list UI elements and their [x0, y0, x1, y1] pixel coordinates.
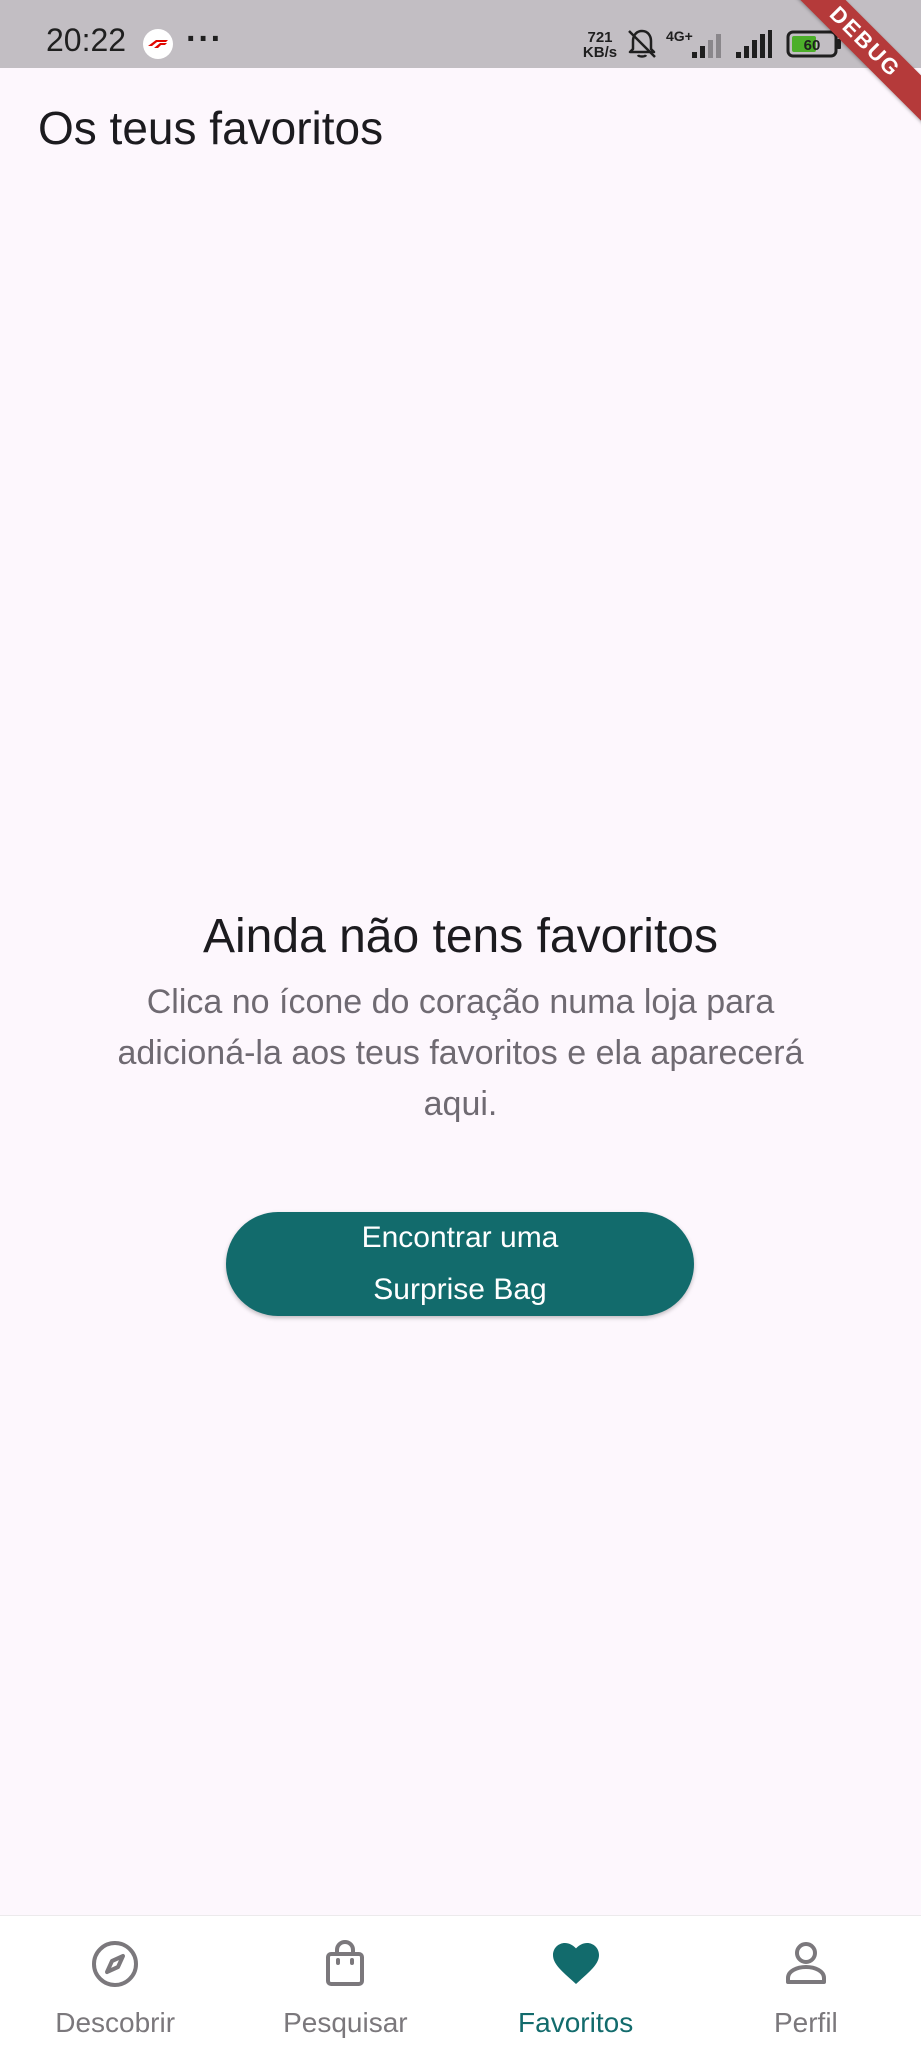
signal-icon [736, 30, 772, 58]
shopping-bag-icon [326, 1939, 365, 1986]
more-icon: ··· [186, 20, 223, 58]
person-icon [785, 1942, 826, 1984]
speed-value: 721 [587, 29, 613, 46]
nav-item-pesquisar[interactable]: Pesquisar [230, 1916, 460, 2049]
heart-icon [552, 1943, 599, 1984]
nav-item-descobrir[interactable]: Descobrir [0, 1916, 230, 2049]
empty-state: Ainda não tens favoritos Clica no ícone … [0, 905, 921, 1130]
empty-state-title: Ainda não tens favoritos [203, 910, 718, 963]
status-bar: 20:22 ··· 721 KB/s 4G+ 60 [0, 0, 921, 68]
compass-icon [92, 1941, 139, 1987]
bottom-navigation: Descobrir Pesquisar Favoritos Perfil [0, 1915, 921, 2049]
status-time: 20:22 [46, 22, 127, 58]
nav-label: Descobrir [55, 2007, 176, 2038]
nav-label: Favoritos [518, 2007, 634, 2038]
empty-state-description: Clica no ícone do coração numa loja para… [117, 983, 804, 1123]
bell-off-icon [628, 29, 656, 58]
nav-label: Perfil [773, 2007, 838, 2038]
speed-unit: KB/s [582, 44, 618, 61]
f1-app-icon [143, 29, 173, 59]
network-type: 4G+ [666, 28, 693, 44]
nav-item-perfil[interactable]: Perfil [691, 1916, 921, 2049]
nav-item-favoritos[interactable]: Favoritos [461, 1916, 691, 2049]
signal-icon [692, 34, 721, 58]
nav-label: Pesquisar [283, 2007, 408, 2038]
network-speed: 721 KB/s [580, 30, 620, 60]
find-surprise-bag-button[interactable]: Encontrar uma Surprise Bag [226, 1212, 694, 1316]
battery-level: 60 [804, 37, 821, 54]
page-title: Os teus favoritos [38, 102, 384, 154]
